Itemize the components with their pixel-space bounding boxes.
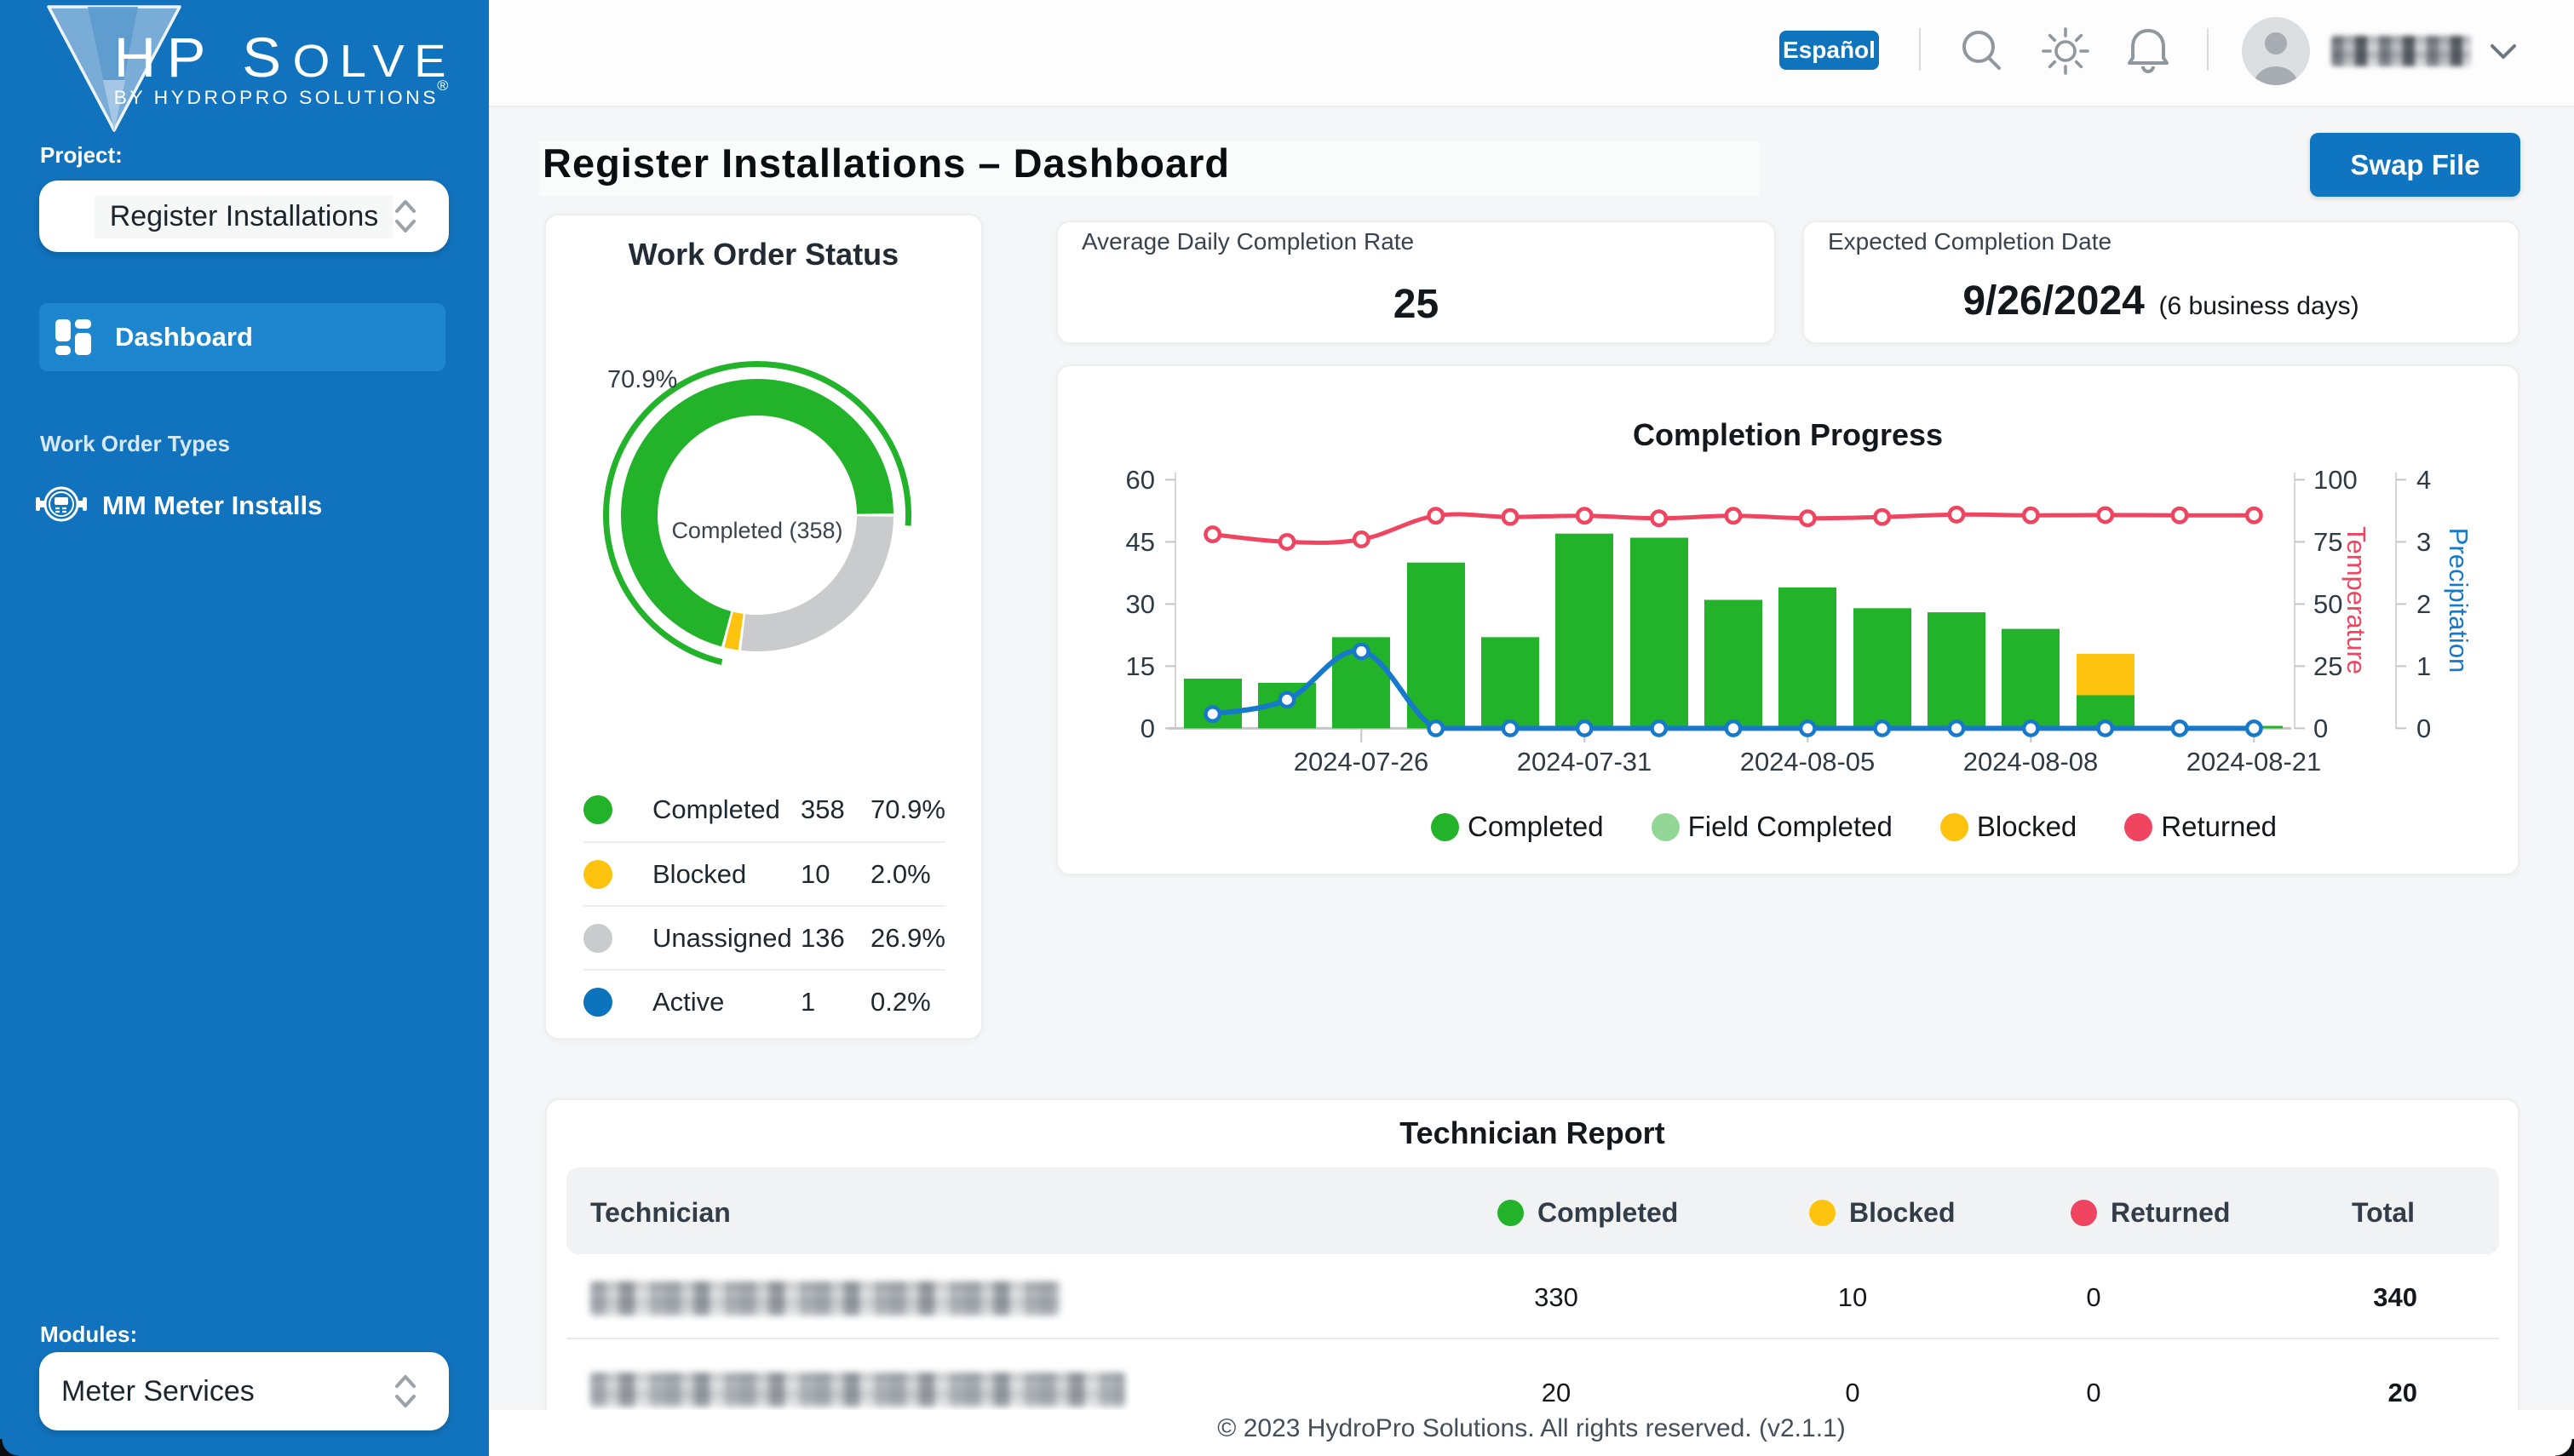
svg-text:Temperature: Temperature [2341,526,2371,674]
svg-text:BY HYDROPRO SOLUTIONS: BY HYDROPRO SOLUTIONS [114,87,439,108]
svg-text:45: 45 [1126,527,1155,557]
svg-text:®: ® [437,77,448,94]
svg-text:2024-08-21: 2024-08-21 [2186,747,2322,777]
svg-text:2024-08-05: 2024-08-05 [1740,747,1876,777]
svg-text:Precipitation: Precipitation [2444,528,2473,674]
svg-text:25: 25 [2313,651,2342,681]
svg-text:2: 2 [2416,589,2431,619]
svg-text:30: 30 [1126,589,1155,619]
svg-text:3: 3 [2416,527,2431,557]
svg-text:2024-08-08: 2024-08-08 [1963,747,2099,777]
svg-text:OLVE: OLVE [293,35,456,87]
svg-text:0: 0 [2416,714,2431,743]
svg-text:2024-07-26: 2024-07-26 [1294,747,1429,777]
svg-text:60: 60 [1126,465,1155,495]
svg-text:4: 4 [2416,465,2431,495]
svg-text:0: 0 [1140,714,1155,743]
svg-text:15: 15 [1126,651,1155,681]
svg-text:1: 1 [2416,651,2431,681]
svg-text:HP S: HP S [114,26,292,89]
svg-text:100: 100 [2313,465,2358,495]
svg-text:75: 75 [2313,527,2342,557]
svg-text:0: 0 [2313,714,2328,743]
svg-text:2024-07-31: 2024-07-31 [1517,747,1652,777]
svg-text:50: 50 [2313,589,2342,619]
